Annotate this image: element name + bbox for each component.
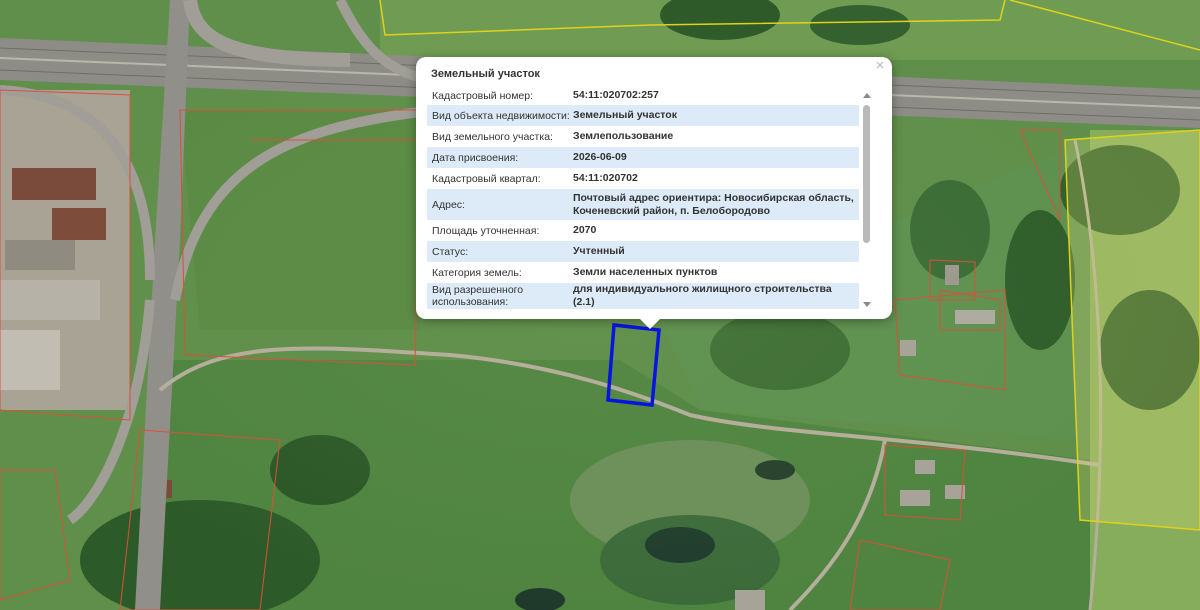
row-label: Категория земель: (432, 266, 522, 279)
building (900, 340, 916, 356)
row-label: Дата присвоения: (432, 151, 519, 164)
row-value: Почтовый адрес ориентира: Новосибирская … (573, 191, 854, 217)
row-label: Кадастровый номер: (432, 89, 534, 102)
row-value: Землепользование (573, 130, 674, 142)
row-object-type: Вид объекта недвижимости: Земельный учас… (427, 105, 859, 126)
row-assignment-date: Дата присвоения: 2026-06-09 (427, 147, 859, 168)
row-status: Статус: Учтенный (427, 241, 859, 262)
zone-boundary (1064, 129, 1200, 531)
parcel-attributes-table: Кадастровый номер: 54:11:020702:257 Вид … (427, 86, 859, 309)
row-value: Земли населенных пунктов (573, 266, 718, 278)
building (955, 310, 995, 324)
parcel-info-popup: Земельный участок × Кадастровый номер: 5… (416, 57, 892, 329)
building (12, 168, 96, 200)
building (945, 265, 959, 285)
row-area: Площадь уточненная: 2070 (427, 220, 859, 241)
satellite-map[interactable]: Земельный участок × Кадастровый номер: 5… (0, 0, 1200, 610)
building (900, 490, 930, 506)
row-value: 54:11:020702 (573, 172, 638, 184)
row-value: для индивидуального жилищного строительс… (573, 283, 832, 308)
row-label: Вид разрешенного использования: (432, 284, 524, 308)
row-value: Учтенный (573, 245, 625, 257)
row-address: Адрес: Почтовый адрес ориентира: Новосиб… (427, 189, 859, 220)
close-icon[interactable]: × (872, 58, 888, 74)
row-label: Вид земельного участка: (432, 130, 553, 143)
building (52, 208, 106, 240)
row-label: Статус: (432, 245, 469, 258)
popup-pointer (640, 319, 660, 329)
row-cadastral-quarter: Кадастровый квартал: 54:11:020702 (427, 168, 859, 189)
row-cadastral-number: Кадастровый номер: 54:11:020702:257 (427, 86, 859, 105)
building (0, 330, 60, 390)
scroll-up-icon[interactable] (863, 93, 871, 98)
row-label: Площадь уточненная: (432, 224, 540, 237)
popup-title: Земельный участок (431, 68, 540, 80)
building (5, 240, 75, 270)
row-value: 2070 (573, 224, 597, 236)
row-permitted-use: Вид разрешенного использования: для инди… (427, 283, 859, 309)
building (915, 460, 935, 474)
scroll-thumb[interactable] (863, 105, 870, 243)
row-parcel-kind: Вид земельного участка: Землепользование (427, 126, 859, 147)
building (0, 280, 100, 320)
row-label: Кадастровый квартал: (432, 172, 541, 185)
scroll-down-icon[interactable] (863, 302, 871, 307)
row-land-category: Категория земель: Земли населенных пункт… (427, 262, 859, 283)
row-value: Земельный участок (573, 109, 677, 121)
building (735, 590, 765, 610)
row-label: Вид объекта недвижимости: (432, 109, 570, 122)
popup-scrollbar[interactable] (862, 91, 872, 307)
row-value: 2026-06-09 (573, 151, 627, 163)
row-value: 54:11:020702:257 (573, 89, 659, 101)
row-label: Адрес: (432, 198, 465, 211)
